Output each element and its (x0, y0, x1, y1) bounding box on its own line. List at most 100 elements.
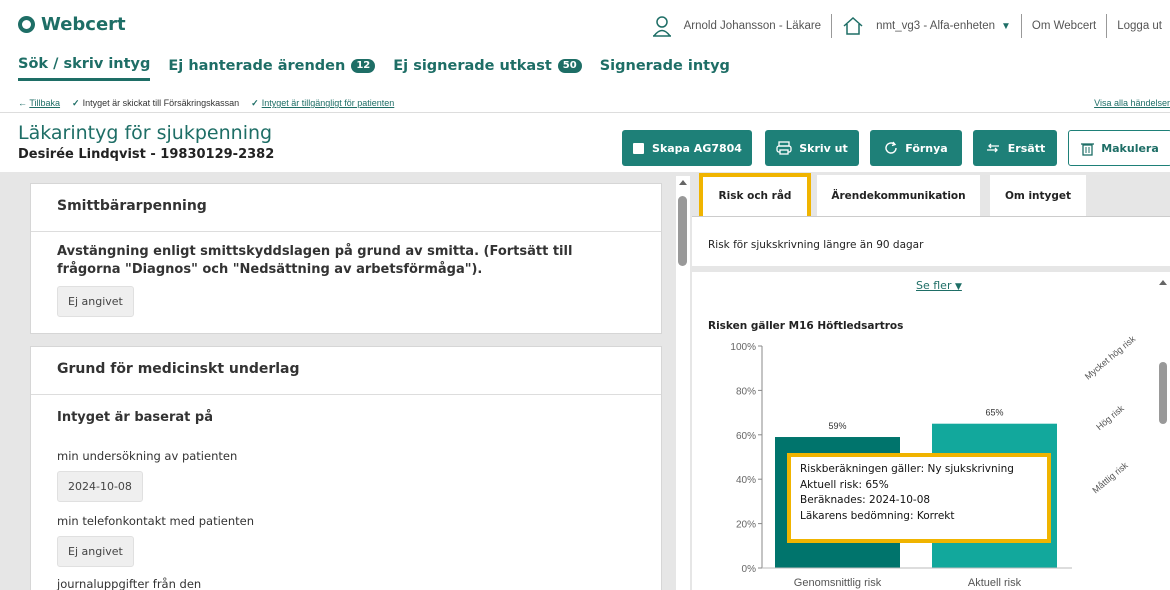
sent-status: ✓ Intyget är skickat till Försäkringskass… (72, 98, 239, 109)
swap-arrows-icon (986, 143, 999, 153)
page-title: Läkarintyg för sjukpenning (18, 122, 273, 144)
highlight-box (699, 173, 811, 221)
exam-date: 2024-10-08 (57, 471, 143, 502)
see-more-link[interactable]: Se fler ▼ (916, 279, 962, 292)
scroll-up-icon[interactable] (1159, 280, 1167, 285)
journal-label: journaluppgifter från den (57, 577, 202, 590)
main-nav: Sök / skriv intyg Ej hanterade ärenden 12… (18, 56, 730, 81)
refresh-icon (885, 141, 897, 154)
tab-label: Ej signerade utkast (393, 57, 552, 74)
divider (1020, 14, 1022, 38)
status-bar: ← Tillbaka ✓ Intyget är skickat till Förs… (18, 98, 394, 109)
tab-om-intyget[interactable]: Om intyget (990, 175, 1086, 217)
user-icon (652, 16, 671, 37)
button-label: Ersätt (1007, 141, 1046, 155)
patient-info: Desirée Lindqvist - 19830129-2382 (18, 147, 275, 162)
divider (0, 112, 1170, 113)
section-heading: Smittbärarpenning (31, 184, 661, 232)
renew-button[interactable]: Förnya (870, 130, 962, 166)
arrow-left-icon: ← (18, 98, 30, 108)
tooltip-line: Läkarens bedömning: Korrekt (800, 509, 955, 522)
checkmark-icon: ✓ (251, 98, 259, 108)
chevron-down-icon[interactable]: ▼ (1001, 21, 1011, 32)
logout-link[interactable]: Logga ut (1117, 20, 1162, 32)
unit-selector[interactable]: nmt_vg3 - Alfa-enheten (876, 20, 995, 32)
x-category-label: Aktuell risk (968, 577, 1022, 589)
x-category-label: Genomsnittlig risk (794, 577, 882, 589)
tooltip-line: Beräknades: 2024-10-08 (800, 494, 931, 506)
checkmark-icon: ✓ (72, 98, 80, 108)
section-grund-medicinskt-underlag: Grund för medicinskt underlag Intyget är… (30, 346, 662, 590)
home-icon (843, 16, 863, 35)
button-label: Skriv ut (799, 141, 848, 155)
back-link[interactable]: Tillbaka (29, 98, 60, 108)
divider (831, 14, 833, 38)
available-status-link[interactable]: Intyget är tillgängligt för patienten (262, 98, 395, 108)
tab-unhandled-issues[interactable]: Ej hanterade ärenden 12 (168, 57, 376, 80)
scroll-thumb[interactable] (678, 196, 687, 266)
risk-heading: Risk för sjukskrivning längre än 90 daga… (708, 239, 924, 251)
bar-value-label: 65% (985, 408, 1003, 418)
top-header: Webcert Arnold Johansson - Läkare nmt_vg… (0, 0, 1170, 48)
tab-label: Sök / skriv intyg (18, 56, 151, 72)
phone-value: Ej angivet (57, 536, 134, 567)
tab-label: Signerade intyg (599, 57, 730, 74)
document-icon (633, 142, 645, 154)
y-tick-label: 0% (742, 564, 757, 575)
bar-value-label: 59% (828, 421, 846, 431)
tab-unsigned-drafts[interactable]: Ej signerade utkast 50 (393, 57, 582, 80)
available-status: ✓ Intyget är tillgängligt för patienten (251, 98, 394, 109)
left-scrollbar[interactable] (676, 176, 690, 590)
y-tick-label: 60% (736, 431, 756, 442)
tooltip-line: Riskberäkningen gäller: Ny sjukskrivning (800, 463, 1014, 475)
exam-label: min undersökning av patienten (57, 449, 238, 463)
risk-heading-box: Risk för sjukskrivning längre än 90 daga… (692, 216, 1170, 266)
answer-value: Ej angivet (57, 286, 134, 317)
trash-icon (1081, 142, 1095, 156)
header-right: Arnold Johansson - Läkare nmt_vg3 - Alfa… (652, 14, 1170, 38)
tab-label: Ej hanterade ärenden (168, 57, 346, 74)
risk-band-label: Hög risk (1094, 403, 1126, 432)
back-link-wrap[interactable]: ← Tillbaka (18, 98, 60, 109)
count-badge: 50 (557, 58, 582, 73)
printer-icon (776, 141, 792, 155)
print-button[interactable]: Skriv ut (765, 130, 859, 166)
webcert-logo[interactable]: Webcert (18, 14, 126, 35)
section-smittbararpenning: Smittbärarpenning Avstängning enligt smi… (30, 183, 662, 334)
tab-arendekommunikation[interactable]: Ärendekommunikation (817, 175, 980, 217)
y-tick-label: 100% (730, 342, 756, 353)
create-ag7804-button[interactable]: Skapa AG7804 (622, 130, 752, 166)
logo-icon (18, 16, 35, 33)
section-heading: Grund för medicinskt underlag (31, 347, 661, 395)
question-text: Avstängning enligt smittskyddslagen på g… (57, 244, 573, 277)
phone-label: min telefonkontakt med patienten (57, 514, 255, 528)
y-tick-label: 80% (736, 386, 756, 397)
tab-label: Ärendekommunikation (831, 190, 966, 202)
risk-band-label: Mycket hög risk (1083, 333, 1138, 381)
question-text: Intyget är baserat på (57, 410, 213, 425)
replace-button[interactable]: Ersätt (973, 130, 1057, 166)
see-more-label: Se fler (916, 279, 952, 292)
tab-search-write[interactable]: Sök / skriv intyg (18, 56, 151, 81)
divider (1106, 14, 1108, 38)
tab-signed-certificates[interactable]: Signerade intyg (600, 58, 730, 80)
app-name: Webcert (41, 14, 126, 35)
tab-label: Om intyget (1004, 190, 1072, 202)
about-link[interactable]: Om Webcert (1032, 20, 1096, 32)
risk-band-label: Måttlig risk (1090, 460, 1130, 496)
scroll-up-icon[interactable] (679, 180, 687, 185)
risk-tooltip: Riskberäkningen gäller: Ny sjukskrivning… (787, 453, 1051, 543)
user-name: Arnold Johansson - Läkare (683, 20, 822, 32)
show-all-events-link[interactable]: Visa alla händelser (1094, 98, 1170, 108)
tooltip-line: Aktuell risk: 65% (800, 478, 889, 491)
chevron-down-icon: ▼ (954, 282, 962, 292)
right-scrollbar[interactable] (1156, 272, 1170, 590)
button-label: Förnya (905, 141, 948, 155)
y-tick-label: 40% (736, 475, 756, 486)
revoke-button[interactable]: Makulera (1068, 130, 1170, 166)
scroll-thumb[interactable] (1159, 362, 1167, 424)
sent-status-text: Intyget är skickat till Försäkringskassa… (82, 98, 240, 108)
y-tick-label: 20% (736, 520, 756, 531)
count-badge: 12 (351, 58, 376, 73)
button-label: Skapa AG7804 (652, 141, 742, 155)
